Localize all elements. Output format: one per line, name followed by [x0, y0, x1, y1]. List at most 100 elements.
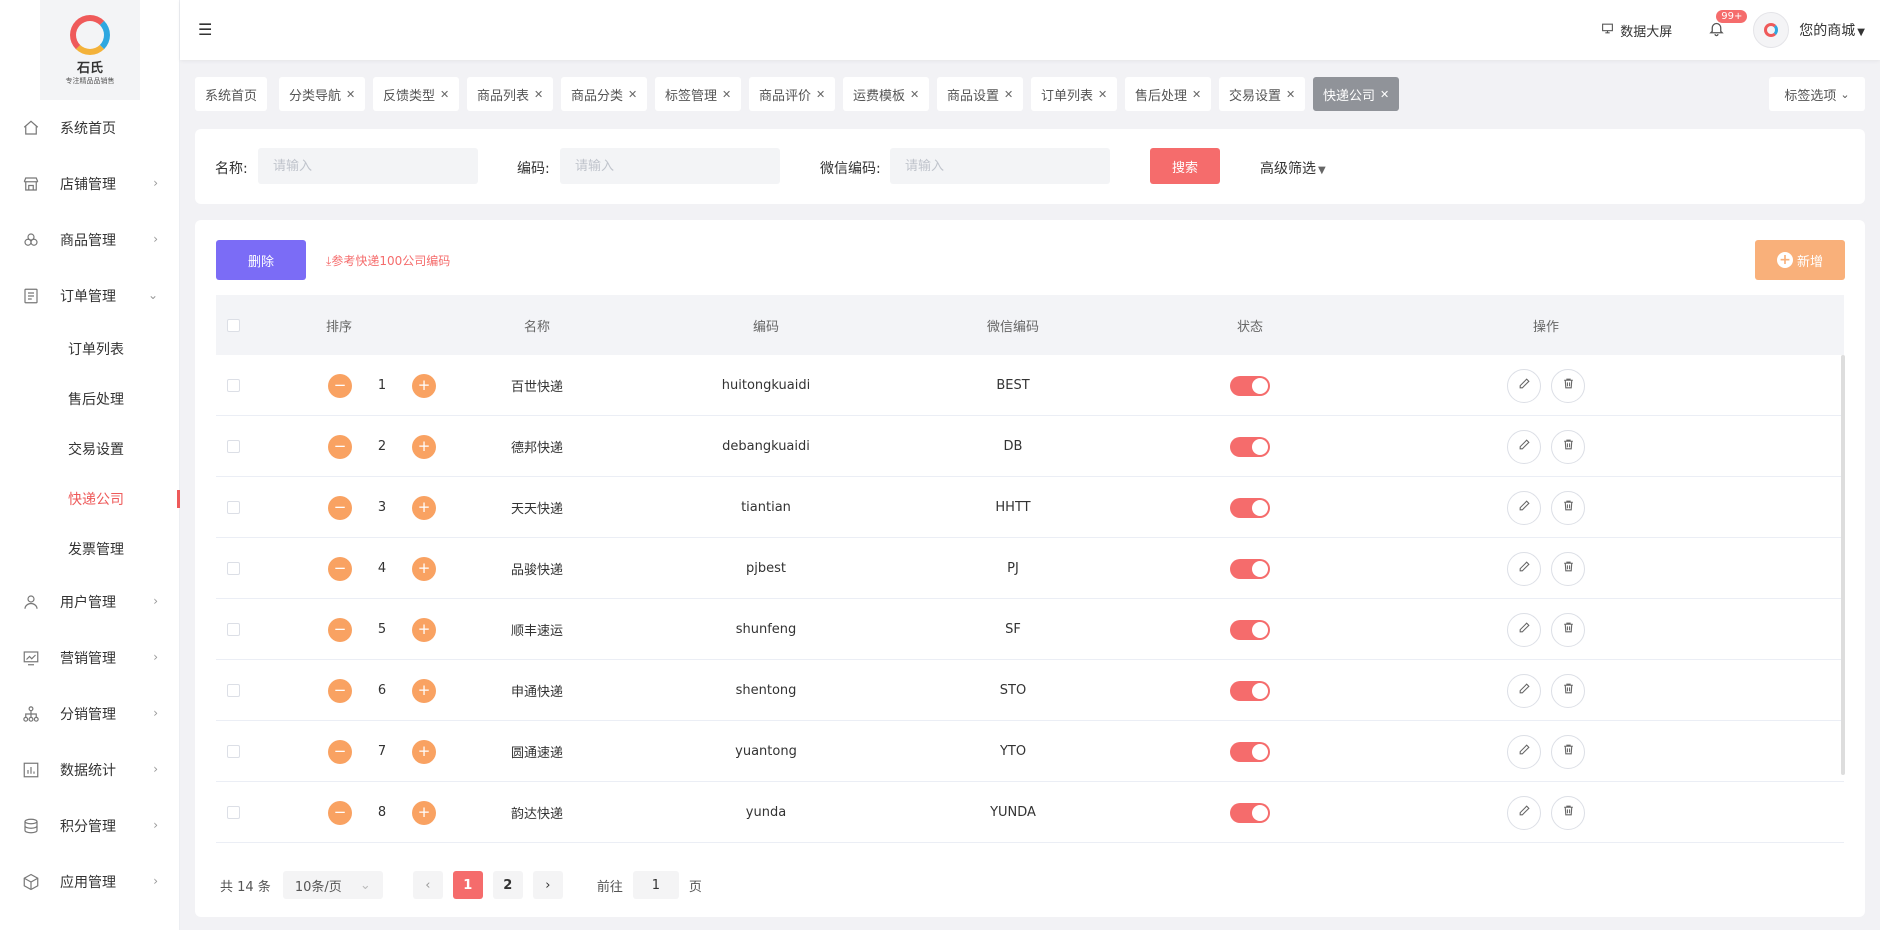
edit-button[interactable] [1507, 795, 1541, 830]
status-toggle[interactable] [1230, 375, 1270, 396]
sort-decrease-button[interactable]: − [328, 495, 352, 520]
sort-decrease-button[interactable]: − [328, 678, 352, 703]
sidebar-item-marketing[interactable]: 营销管理 › [0, 630, 180, 686]
tag-after-sale[interactable]: 售后处理 ✕ [1125, 77, 1212, 111]
close-icon[interactable]: ✕ [722, 88, 731, 101]
sort-decrease-button[interactable]: − [328, 739, 352, 764]
shop-dropdown[interactable]: 您的商城 ▼ [1799, 20, 1865, 40]
row-checkbox[interactable] [226, 379, 240, 392]
row-checkbox[interactable] [226, 684, 240, 697]
delete-row-button[interactable] [1551, 490, 1585, 525]
tag-home[interactable]: 系统首页 [195, 77, 268, 111]
edit-button[interactable] [1507, 673, 1541, 708]
status-toggle[interactable] [1230, 436, 1270, 457]
row-checkbox[interactable] [226, 806, 240, 819]
row-checkbox[interactable] [226, 501, 240, 514]
tag-options-dropdown[interactable]: 标签选项 ⌄ [1769, 77, 1865, 111]
page-1-button[interactable]: 1 [452, 871, 483, 899]
sidebar-subitem-invoice[interactable]: 发票管理 [0, 524, 180, 574]
hamburger-menu-icon[interactable]: ☰ [198, 20, 212, 39]
edit-button[interactable] [1507, 490, 1541, 525]
close-icon[interactable]: ✕ [1098, 88, 1107, 101]
tag-order-list[interactable]: 订单列表 ✕ [1031, 77, 1118, 111]
status-toggle[interactable] [1230, 558, 1270, 579]
sort-increase-button[interactable]: + [412, 434, 436, 459]
close-icon[interactable]: ✕ [1004, 88, 1013, 101]
sidebar-item-order[interactable]: 订单管理 ⌄ [0, 268, 180, 324]
sort-increase-button[interactable]: + [412, 617, 436, 642]
tag-goods-category[interactable]: 商品分类 ✕ [561, 77, 648, 111]
delete-row-button[interactable] [1551, 429, 1585, 464]
sort-decrease-button[interactable]: − [328, 800, 352, 825]
edit-button[interactable] [1507, 551, 1541, 586]
edit-button[interactable] [1507, 429, 1541, 464]
avatar[interactable] [1753, 12, 1790, 48]
status-toggle[interactable] [1230, 497, 1270, 518]
page-2-button[interactable]: 2 [492, 871, 523, 899]
sidebar-item-app[interactable]: 应用管理 › [0, 854, 180, 910]
express100-reference-link[interactable]: ⤓参考快递100公司编码 [326, 252, 450, 269]
delete-row-button[interactable] [1551, 734, 1585, 769]
close-icon[interactable]: ✕ [816, 88, 825, 101]
table-scrollbar[interactable] [1841, 355, 1845, 775]
close-icon[interactable]: ✕ [628, 88, 637, 101]
edit-button[interactable] [1507, 368, 1541, 403]
add-button[interactable]: + 新增 [1755, 240, 1845, 280]
sidebar-item-home[interactable]: 系统首页 [0, 100, 180, 156]
tag-label-manage[interactable]: 标签管理 ✕ [655, 77, 742, 111]
tag-goods-list[interactable]: 商品列表 ✕ [467, 77, 554, 111]
row-checkbox[interactable] [226, 623, 240, 636]
sidebar-subitem-trade-settings[interactable]: 交易设置 [0, 424, 180, 474]
close-icon[interactable]: ✕ [1192, 88, 1201, 101]
sidebar-item-distribution[interactable]: 分销管理 › [0, 686, 180, 742]
edit-button[interactable] [1507, 612, 1541, 647]
edit-button[interactable] [1507, 734, 1541, 769]
row-checkbox[interactable] [226, 745, 240, 758]
next-page-button[interactable]: › [532, 871, 563, 899]
sort-increase-button[interactable]: + [412, 800, 436, 825]
close-icon[interactable]: ✕ [440, 88, 449, 101]
search-button[interactable]: 搜索 [1150, 148, 1220, 184]
close-icon[interactable]: ✕ [534, 88, 543, 101]
notification-bell[interactable]: 99+ [1708, 9, 1748, 41]
sidebar-item-stats[interactable]: 数据统计 › [0, 742, 180, 798]
select-all-checkbox[interactable] [226, 318, 240, 332]
page-size-select[interactable]: 10条/页 ⌄ [282, 871, 383, 899]
sidebar-subitem-express-company[interactable]: 快递公司 [0, 474, 180, 524]
sidebar-item-goods[interactable]: 商品管理 › [0, 212, 180, 268]
advanced-filter-toggle[interactable]: 高级筛选 ▼ [1260, 158, 1326, 178]
delete-row-button[interactable] [1551, 673, 1585, 708]
sort-decrease-button[interactable]: − [328, 434, 352, 459]
sidebar-subitem-order-list[interactable]: 订单列表 [0, 324, 180, 374]
sort-increase-button[interactable]: + [412, 373, 436, 398]
tag-category-nav[interactable]: 分类导航 ✕ [279, 77, 366, 111]
close-icon[interactable]: ✕ [910, 88, 919, 101]
tag-express-company[interactable]: 快递公司 ✕ [1313, 77, 1400, 111]
delete-row-button[interactable] [1551, 612, 1585, 647]
row-checkbox[interactable] [226, 562, 240, 575]
name-input[interactable] [258, 148, 478, 184]
sort-increase-button[interactable]: + [412, 739, 436, 764]
sort-decrease-button[interactable]: − [328, 617, 352, 642]
sort-decrease-button[interactable]: − [328, 556, 352, 581]
close-icon[interactable]: ✕ [1380, 88, 1389, 101]
delete-row-button[interactable] [1551, 551, 1585, 586]
sidebar-item-user[interactable]: 用户管理 › [0, 574, 180, 630]
sidebar-item-store[interactable]: 店铺管理 › [0, 156, 180, 212]
wechat-code-input[interactable] [890, 148, 1110, 184]
data-screen-link[interactable]: 数据大屏 [1601, 21, 1672, 40]
delete-button[interactable]: 删除 [216, 240, 306, 280]
sidebar-item-points[interactable]: 积分管理 › [0, 798, 180, 854]
tag-freight-template[interactable]: 运费模板 ✕ [843, 77, 930, 111]
tag-feedback-type[interactable]: 反馈类型 ✕ [373, 77, 460, 111]
delete-row-button[interactable] [1551, 795, 1585, 830]
status-toggle[interactable] [1230, 802, 1270, 823]
status-toggle[interactable] [1230, 619, 1270, 640]
close-icon[interactable]: ✕ [1286, 88, 1295, 101]
prev-page-button[interactable]: ‹ [412, 871, 443, 899]
close-icon[interactable]: ✕ [346, 88, 355, 101]
status-toggle[interactable] [1230, 680, 1270, 701]
sort-decrease-button[interactable]: − [328, 373, 352, 398]
sort-increase-button[interactable]: + [412, 678, 436, 703]
status-toggle[interactable] [1230, 741, 1270, 762]
